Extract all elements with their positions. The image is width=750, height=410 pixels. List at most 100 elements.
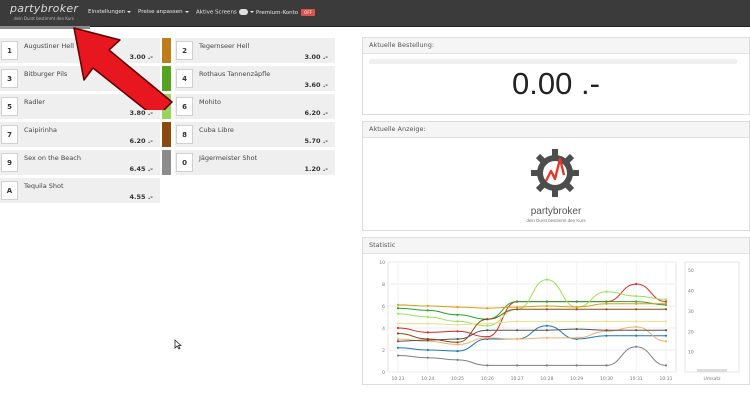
nav-screens-label: Aktive Screens [196, 9, 237, 16]
x-tick-label: 10:25 [451, 376, 464, 382]
drink-key: 9 [1, 153, 18, 172]
drink-row[interactable]: 6 Mohito 6.20 .- [162, 94, 335, 120]
data-point [664, 320, 668, 323]
x-tick-label: 10:30 [600, 376, 613, 382]
drink-key: 0 [176, 153, 193, 172]
data-point [486, 364, 489, 367]
x-tick-label: 10:31 [630, 376, 643, 382]
drink-name: Jägermeister Shot [199, 154, 258, 162]
drink-color-swatch [162, 150, 171, 175]
data-point [516, 308, 519, 311]
drink-row[interactable]: 8 Cuba Libre 5.70 .- [162, 122, 335, 148]
data-point [575, 364, 578, 367]
data-point [605, 320, 608, 323]
y-tick-label: 4 [382, 326, 385, 332]
chevron-down-icon [184, 10, 189, 13]
data-point [545, 336, 548, 339]
data-point [664, 308, 668, 311]
data-point [635, 325, 638, 328]
drink-name: Tegernseer Hell [199, 42, 250, 50]
data-point [664, 329, 668, 332]
volume-tick-label: 20 [688, 329, 694, 335]
x-tick-label: 10:23 [392, 376, 405, 382]
data-point [456, 343, 459, 346]
drink-price: 6.45 .- [129, 165, 153, 173]
data-point [486, 322, 489, 325]
data-point [426, 322, 429, 325]
data-point [396, 303, 400, 306]
drink-row[interactable]: 2 Tegernseer Hell 3.00 .- [162, 38, 335, 64]
statistic-panel-title: Statistic [363, 238, 749, 254]
data-point [456, 358, 459, 361]
drink-price: 6.20 .- [129, 137, 153, 145]
drink-name: Rothaus Tannenzäpfle [199, 70, 271, 78]
data-point [605, 308, 608, 311]
order-total: 0.00 .- [512, 66, 600, 101]
data-point [486, 329, 489, 332]
data-point [605, 300, 608, 303]
data-point [456, 306, 459, 309]
mouse-cursor-icon [174, 339, 182, 350]
data-point [486, 318, 489, 321]
display-panel: Aktuelle Anzeige: partybroker dein Durst… [362, 121, 750, 231]
data-point [456, 330, 459, 333]
data-point [396, 307, 400, 310]
data-point [664, 340, 668, 343]
logo-slogan: dein Durst bestimmt den Kurs [526, 218, 586, 223]
data-point [545, 304, 548, 308]
display-panel-title: Aktuelle Anzeige: [363, 122, 749, 138]
data-point [635, 334, 638, 337]
data-point [635, 329, 638, 332]
data-point [575, 328, 578, 331]
data-point [664, 302, 668, 305]
data-point [426, 315, 429, 319]
order-panel-title: Aktuelle Bestellung: [363, 38, 749, 54]
drink-row[interactable]: 9 Sex on the Beach 6.45 .- [0, 150, 160, 176]
x-tick-label: 10:26 [481, 376, 494, 382]
data-point [396, 312, 400, 315]
y-tick-label: 6 [382, 304, 385, 310]
data-point [635, 302, 638, 305]
data-point [516, 320, 519, 323]
y-tick-label: 8 [382, 282, 385, 288]
drink-row[interactable]: 0 Jägermeister Shot 1.20 .- [162, 150, 335, 176]
data-point [396, 332, 400, 335]
data-point [575, 320, 578, 323]
drink-price: 6.20 .- [304, 109, 328, 117]
drink-key: A [1, 181, 18, 200]
data-point [635, 320, 638, 323]
data-point [426, 348, 429, 352]
nav-premium-link[interactable]: Premium-Konto OFF [256, 9, 315, 16]
data-point [545, 278, 548, 281]
data-point [605, 290, 608, 293]
chevron-down-icon [249, 11, 254, 13]
drink-price: 4.55 .- [129, 193, 153, 201]
x-tick-label: 10:27 [511, 376, 524, 382]
data-point [426, 331, 429, 334]
drink-row[interactable]: 7 Caipirinha 6.20 .- [0, 122, 160, 148]
data-point [486, 336, 489, 339]
drink-row[interactable]: 4 Rothaus Tannenzäpfle 3.60 .- [162, 66, 335, 92]
x-tick-label: 10:29 [570, 376, 583, 382]
volume-axis-label: Umsatz [704, 376, 722, 382]
x-tick-label: 10:31 [660, 376, 673, 382]
screens-toggle-icon [238, 9, 248, 15]
x-tick-label: 10:24 [421, 376, 434, 382]
nav-screens-menu[interactable]: Aktive Screens [196, 9, 254, 16]
drink-row[interactable]: A Tequila Shot 4.55 .- [0, 178, 160, 204]
data-point [456, 313, 459, 316]
red-arrow-annotation [73, 27, 173, 110]
drink-price: 3.60 .- [304, 81, 328, 89]
data-point [635, 295, 638, 298]
volume-tick-label: 30 [688, 309, 694, 315]
statistic-panel: Statistic 0 2 4 6 8 10 10:23 10:24 10:25 10:26 10:… [362, 237, 750, 385]
data-point [516, 337, 519, 341]
data-point [605, 334, 608, 337]
y-tick-label: 0 [382, 370, 385, 376]
data-point [545, 364, 548, 367]
logo-text: partybroker [531, 206, 582, 217]
data-point [664, 300, 668, 303]
data-point [396, 326, 400, 330]
drink-key: 7 [1, 125, 18, 144]
order-panel: Aktuelle Bestellung: 0.00 .- [362, 37, 750, 115]
